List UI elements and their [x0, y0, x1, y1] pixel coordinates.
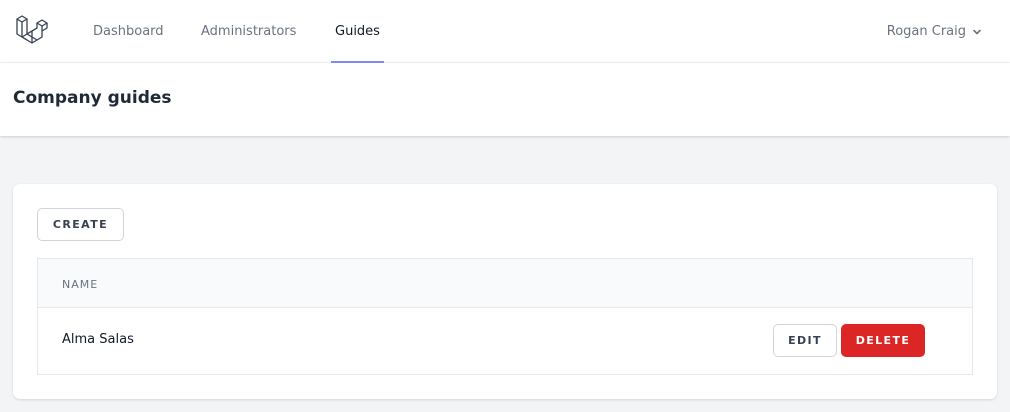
laravel-logo-icon[interactable] — [15, 14, 49, 46]
edit-button[interactable]: EDIT — [773, 324, 837, 357]
guides-card: CREATE NAME Alma Salas EDIT DELETE — [13, 184, 997, 399]
nav-link-dashboard[interactable]: Dashboard — [93, 0, 164, 63]
page-title: Company guides — [13, 88, 172, 108]
table-row: Alma Salas EDIT DELETE — [38, 308, 972, 374]
guides-table: NAME Alma Salas EDIT DELETE — [37, 258, 973, 375]
nav-link-guides[interactable]: Guides — [331, 0, 384, 63]
top-navigation: Dashboard Administrators Guides Rogan Cr… — [0, 0, 1010, 63]
guide-name-cell: Alma Salas — [62, 332, 134, 347]
chevron-down-icon — [973, 29, 981, 34]
user-menu[interactable]: Rogan Craig — [887, 0, 982, 63]
create-button[interactable]: CREATE — [37, 208, 124, 241]
column-header-name: NAME — [62, 278, 99, 291]
delete-button[interactable]: DELETE — [841, 324, 925, 357]
page-header: Company guides — [0, 63, 1010, 136]
user-name: Rogan Craig — [886, 24, 966, 39]
nav-link-administrators[interactable]: Administrators — [201, 0, 296, 63]
table-header: NAME — [38, 259, 972, 308]
